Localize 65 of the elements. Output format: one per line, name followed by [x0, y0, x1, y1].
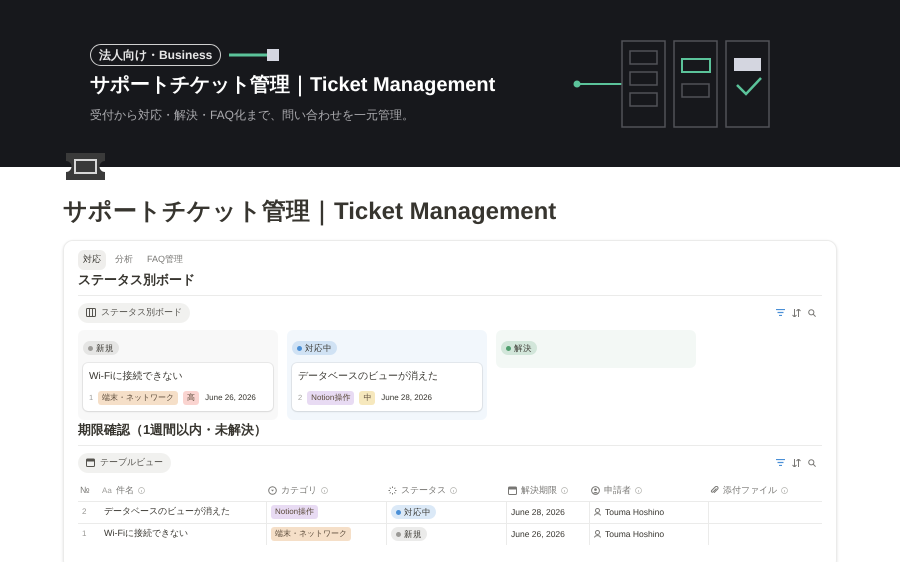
- avatar-icon: [594, 508, 601, 516]
- page-title: サポートチケット管理｜Ticket Management: [63, 197, 558, 227]
- card-title: データベースのビューが消えた: [298, 370, 439, 384]
- view-tab[interactable]: ステータス別ボード: [78, 303, 190, 322]
- tag: 高: [183, 390, 200, 404]
- section-heading: 期限確認（1週間以内・未解決）: [78, 420, 822, 446]
- avatar-icon: [594, 530, 601, 538]
- connector-drawing: [229, 48, 280, 60]
- card-date: June 28, 2026: [381, 392, 432, 404]
- info-icon: [138, 487, 145, 494]
- tab[interactable]: 対応: [78, 250, 106, 270]
- card-title: Wi-Fiに接続できない: [89, 370, 184, 384]
- row-number: 1: [82, 528, 86, 540]
- section-heading: ステータス別ボード: [78, 270, 822, 296]
- status-tag: 対応中: [292, 340, 337, 356]
- ticket-icon: [66, 153, 105, 180]
- ticket-title[interactable]: Wi-Fiに接続できない: [104, 527, 188, 541]
- tag: Notion操作: [271, 505, 318, 519]
- column-header[interactable]: 件名: [116, 484, 134, 498]
- title-property-icon: Aa: [102, 484, 112, 496]
- loader-icon: [388, 486, 397, 495]
- card-date: June 26, 2026: [205, 392, 256, 404]
- filter-icon[interactable]: [776, 309, 785, 316]
- person-icon: [591, 486, 600, 495]
- board-icon: [86, 308, 96, 318]
- due-date: June 28, 2026: [511, 506, 565, 518]
- status-tag: 対応中: [391, 504, 436, 520]
- select-icon: [268, 486, 277, 495]
- badge-label: 法人向け・Business: [90, 44, 222, 66]
- tab[interactable]: FAQ管理: [142, 250, 188, 270]
- sort-icon[interactable]: [792, 458, 801, 467]
- info-icon: [321, 487, 328, 494]
- search-icon[interactable]: [808, 458, 816, 467]
- status-tag: 新規: [83, 340, 119, 356]
- column-header[interactable]: 添付ファイル: [723, 484, 777, 498]
- info-icon: [450, 487, 457, 494]
- column-header[interactable]: 解決期限: [521, 484, 557, 498]
- status-tag: 新規: [391, 526, 427, 542]
- info-icon: [781, 487, 788, 494]
- tab[interactable]: 分析: [110, 250, 138, 270]
- banner-title: サポートチケット管理｜Ticket Management: [90, 72, 496, 98]
- tag: 端末・ネットワーク: [98, 390, 178, 404]
- tag: 中: [359, 390, 376, 404]
- row-number: 2: [82, 506, 86, 518]
- info-icon: [635, 487, 642, 494]
- banner-subtitle: 受付から対応・解決・FAQ化まで、問い合わせを一元管理。: [90, 106, 416, 124]
- calendar-icon: [508, 486, 517, 495]
- requester-name: Touma Hoshino: [605, 528, 664, 540]
- search-icon[interactable]: [808, 308, 816, 317]
- column-header[interactable]: カテゴリ: [281, 484, 317, 498]
- tag: 端末・ネットワーク: [271, 527, 351, 541]
- column-header[interactable]: 申請者: [604, 484, 631, 498]
- column-header[interactable]: №: [80, 484, 90, 498]
- ticket-title[interactable]: データベースのビューが消えた: [104, 505, 230, 519]
- info-icon: [561, 487, 568, 494]
- status-tag: 解決: [501, 340, 537, 356]
- filter-icon[interactable]: [776, 459, 785, 466]
- sort-icon[interactable]: [792, 308, 801, 317]
- requester-name: Touma Hoshino: [605, 506, 664, 518]
- column-header[interactable]: ステータス: [401, 484, 446, 498]
- tag: Notion操作: [307, 390, 354, 404]
- due-date: June 26, 2026: [511, 528, 565, 540]
- calendar-icon: [86, 458, 95, 468]
- view-tab[interactable]: テーブルビュー: [78, 453, 171, 472]
- paperclip-icon: [710, 486, 719, 495]
